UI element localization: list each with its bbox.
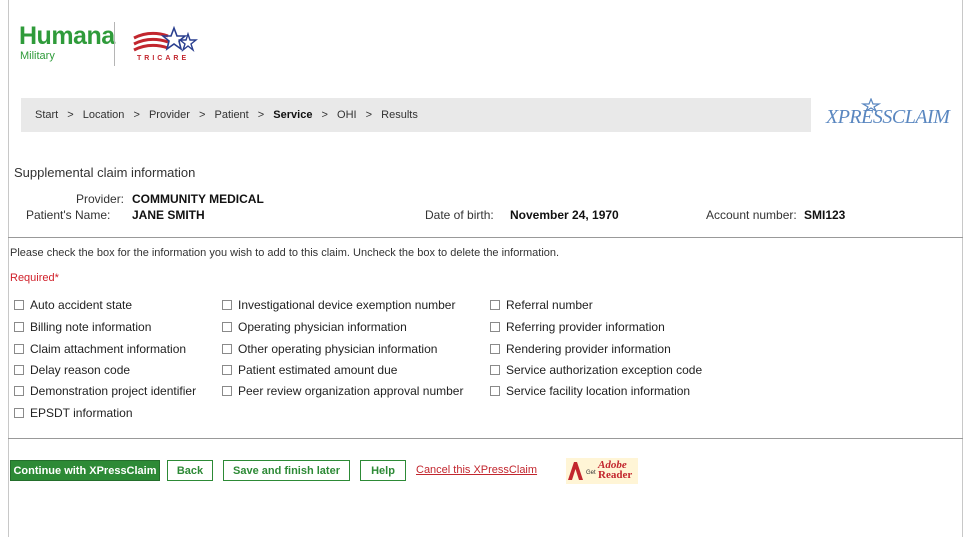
reader-wordmark: Reader (598, 469, 633, 481)
cancel-link[interactable]: Cancel this XPressClaim (416, 464, 537, 476)
breadcrumb-item-results: Results (381, 109, 418, 121)
breadcrumb-item-location: Location (82, 109, 125, 121)
required-label: Required* (10, 272, 59, 284)
xpressclaim-logo: XPRESSCLAIM (826, 106, 950, 128)
page-frame (8, 0, 963, 537)
checkbox[interactable] (222, 300, 232, 310)
option-referring-provider-information[interactable]: Referring provider information (490, 320, 665, 334)
option-service-authorization-exception-code[interactable]: Service authorization exception code (490, 363, 702, 377)
option-referral-number[interactable]: Referral number (490, 298, 593, 312)
checkbox[interactable] (490, 300, 500, 310)
option-peer-review-organization-approval-number[interactable]: Peer review organization approval number (222, 384, 463, 398)
patient-name-label: Patient's Name: (26, 208, 111, 222)
adobe-get-text: Get (586, 470, 596, 476)
checkbox[interactable] (490, 322, 500, 332)
option-label: Service authorization exception code (506, 363, 703, 377)
humana-subtitle: Military (20, 50, 55, 62)
checkbox[interactable] (14, 300, 24, 310)
breadcrumb: Start > Location > Provider > Patient > … (35, 109, 418, 121)
patient-name-value: JANE SMITH (132, 208, 205, 222)
account-number-value: SMI123 (804, 208, 846, 222)
checkbox[interactable] (222, 365, 232, 375)
option-patient-estimated-amount-due[interactable]: Patient estimated amount due (222, 363, 397, 377)
breadcrumb-separator: > (257, 109, 265, 121)
option-label: Referring provider information (506, 320, 665, 334)
option-label: Billing note information (30, 320, 152, 334)
logo-divider (114, 22, 115, 66)
help-button[interactable]: Help (360, 460, 406, 481)
option-label: Other operating physician information (238, 342, 438, 356)
option-label: Operating physician information (238, 320, 407, 334)
checkbox[interactable] (14, 344, 24, 354)
breadcrumb-item-start: Start (35, 109, 59, 121)
divider (8, 237, 963, 238)
breadcrumb-item-patient: Patient (214, 109, 249, 121)
breadcrumb-separator: > (67, 109, 74, 121)
option-label: Peer review organization approval number (238, 384, 464, 398)
continue-button[interactable]: Continue with XPressClaim (10, 460, 160, 481)
divider (8, 438, 963, 439)
checkbox[interactable] (490, 386, 500, 396)
provider-label: Provider: (76, 192, 125, 206)
breadcrumb-separator: > (321, 109, 328, 121)
tricare-wordmark: TRICARE (137, 55, 190, 62)
breadcrumb-item-provider: Provider (148, 109, 190, 121)
option-other-operating-physician-information[interactable]: Other operating physician information (222, 342, 437, 356)
option-billing-note-information[interactable]: Billing note information (14, 320, 151, 334)
option-claim-attachment-information[interactable]: Claim attachment information (14, 342, 186, 356)
option-label: Investigational device exemption number (238, 298, 456, 312)
option-label: EPSDT information (30, 406, 133, 420)
breadcrumb-item-ohi: OHI (337, 109, 357, 121)
option-label: Patient estimated amount due (238, 363, 398, 377)
breadcrumb-bar: Start > Location > Provider > Patient > … (21, 98, 811, 132)
checkbox[interactable] (222, 386, 232, 396)
breadcrumb-item-service: Service (273, 109, 313, 121)
save-and-finish-later-button[interactable]: Save and finish later (223, 460, 350, 481)
account-number-label: Account number: (706, 208, 797, 222)
option-label: Rendering provider information (506, 342, 671, 356)
dob-value: November 24, 1970 (510, 208, 619, 222)
back-button[interactable]: Back (167, 460, 213, 481)
option-epsdt-information[interactable]: EPSDT information (14, 406, 133, 420)
checkbox[interactable] (490, 365, 500, 375)
option-service-facility-location-information[interactable]: Service facility location information (490, 384, 690, 398)
checkbox[interactable] (490, 344, 500, 354)
humana-wordmark: Humana (19, 22, 115, 50)
option-demonstration-project-identifier[interactable]: Demonstration project identifier (14, 384, 196, 398)
option-rendering-provider-information[interactable]: Rendering provider information (490, 342, 671, 356)
section-title: Supplemental claim information (14, 165, 196, 180)
checkbox[interactable] (14, 386, 24, 396)
option-label: Service facility location information (506, 384, 691, 398)
option-label: Referral number (506, 298, 593, 312)
option-label: Delay reason code (30, 363, 131, 377)
breadcrumb-separator: > (365, 109, 373, 121)
breadcrumb-separator: > (198, 109, 206, 121)
checkbox[interactable] (222, 344, 232, 354)
option-delay-reason-code[interactable]: Delay reason code (14, 363, 130, 377)
checkbox[interactable] (222, 322, 232, 332)
option-operating-physician-information[interactable]: Operating physician information (222, 320, 407, 334)
checkbox[interactable] (14, 322, 24, 332)
option-label: Claim attachment information (30, 342, 187, 356)
provider-value: COMMUNITY MEDICAL (132, 192, 264, 206)
option-investigational-device-exemption-number[interactable]: Investigational device exemption number (222, 298, 455, 312)
breadcrumb-separator: > (133, 109, 140, 121)
dob-label: Date of birth: (425, 208, 494, 222)
checkbox[interactable] (14, 408, 24, 418)
checkbox[interactable] (14, 365, 24, 375)
option-label: Demonstration project identifier (30, 384, 197, 398)
option-label: Auto accident state (30, 298, 133, 312)
instructions-text: Please check the box for the information… (10, 247, 560, 259)
option-auto-accident-state[interactable]: Auto accident state (14, 298, 132, 312)
